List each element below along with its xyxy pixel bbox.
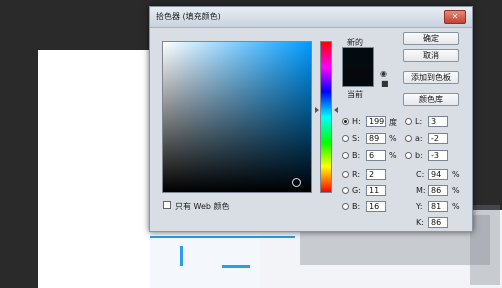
web-colors-only-checkbox[interactable]: [163, 201, 171, 209]
lab-a-label: a:: [415, 134, 423, 143]
close-button[interactable]: ✕: [444, 10, 466, 24]
hue-slider-right-arrow-icon[interactable]: [334, 107, 338, 113]
current-color-label: 当前: [347, 90, 363, 99]
add-to-swatches-button[interactable]: 添加到色板: [403, 71, 459, 84]
hue-label: H:: [352, 117, 361, 126]
black-field[interactable]: 86: [428, 217, 448, 228]
ok-button[interactable]: 确定: [403, 32, 459, 45]
lab-a-field[interactable]: -2: [428, 133, 448, 144]
hue-unit: 度: [389, 118, 397, 127]
web-safe-cube-icon[interactable]: ■: [381, 79, 389, 88]
color-picker-dialog: 拾色器 (填充颜色) ✕ 新的 当前 ◉ ■ 确定 取消 添加到色板 颜色库 H…: [149, 6, 473, 232]
saturation-field[interactable]: 89: [366, 133, 386, 144]
selection-edge: [150, 236, 295, 238]
lab-l-radio[interactable]: [405, 118, 412, 125]
hue-radio[interactable]: [342, 118, 349, 125]
yellow-label: Y:: [416, 202, 423, 211]
current-color-swatch[interactable]: [343, 68, 373, 86]
green-label: G:: [352, 186, 361, 195]
selection-edge: [180, 246, 183, 266]
magenta-label: M:: [416, 186, 426, 195]
saturation-radio[interactable]: [342, 135, 349, 142]
cyan-field[interactable]: 94: [428, 169, 448, 180]
cancel-button[interactable]: 取消: [403, 49, 459, 62]
red-radio[interactable]: [342, 171, 349, 178]
green-radio[interactable]: [342, 187, 349, 194]
document-canvas-lower: [150, 232, 260, 288]
hue-slider-left-arrow-icon[interactable]: [315, 107, 319, 113]
brightness-label: B:: [352, 151, 361, 160]
lab-b-label: b:: [415, 151, 423, 160]
dialog-title: 拾色器 (填充颜色): [156, 12, 221, 21]
lab-l-label: L:: [415, 117, 423, 126]
saturation-unit: %: [389, 134, 397, 143]
saturation-label: S:: [352, 134, 360, 143]
red-label: R:: [352, 170, 361, 179]
web-colors-only-label: 只有 Web 颜色: [175, 202, 230, 211]
brightness-field[interactable]: 6: [366, 150, 386, 161]
hue-slider[interactable]: [320, 41, 332, 193]
saturation-brightness-field[interactable]: [162, 41, 312, 193]
cyan-unit: %: [452, 170, 460, 179]
blue-radio[interactable]: [342, 203, 349, 210]
blue-field[interactable]: 16: [366, 201, 386, 212]
cyan-label: C:: [416, 170, 425, 179]
color-preview-swatch: [342, 47, 374, 87]
brightness-unit: %: [389, 151, 397, 160]
brightness-radio[interactable]: [342, 152, 349, 159]
close-icon: ✕: [451, 12, 459, 21]
red-field[interactable]: 2: [366, 169, 386, 180]
selection-edge: [222, 265, 250, 268]
lab-a-radio[interactable]: [405, 135, 412, 142]
new-color-swatch: [343, 48, 373, 68]
black-label: K:: [416, 218, 424, 227]
magenta-field[interactable]: 86: [428, 185, 448, 196]
artifact-area: [470, 205, 500, 285]
hue-field[interactable]: 199: [366, 116, 386, 127]
gamut-warning-icon[interactable]: ◉: [380, 69, 387, 78]
blue-label: B:: [352, 202, 361, 211]
lab-b-field[interactable]: -3: [428, 150, 448, 161]
yellow-unit: %: [452, 202, 460, 211]
dialog-titlebar[interactable]: 拾色器 (填充颜色) ✕: [150, 7, 472, 28]
document-canvas[interactable]: [38, 50, 150, 288]
magenta-unit: %: [452, 186, 460, 195]
lab-b-radio[interactable]: [405, 152, 412, 159]
green-field[interactable]: 11: [366, 185, 386, 196]
color-cursor[interactable]: [292, 178, 301, 187]
yellow-field[interactable]: 81: [428, 201, 448, 212]
lab-l-field[interactable]: 3: [428, 116, 448, 127]
color-libraries-button[interactable]: 颜色库: [403, 93, 459, 106]
